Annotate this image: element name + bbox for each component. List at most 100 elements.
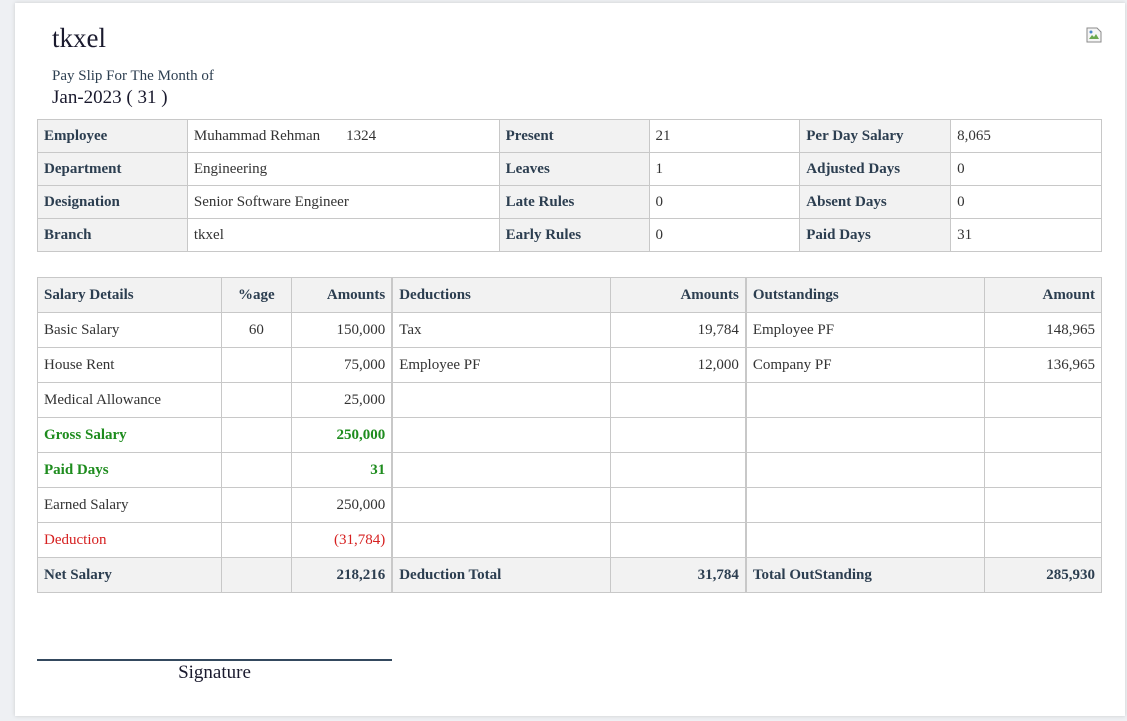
salary-details-header: Salary Details [37, 277, 222, 313]
salary-item-name: Medical Allowance [37, 382, 222, 418]
deduction-total-amount: 31,784 [610, 557, 747, 593]
outstanding-name: Employee PF [745, 312, 986, 348]
salary-item-name: Basic Salary [37, 312, 222, 348]
table-row: Paid Days 31 [37, 452, 1102, 488]
designation-label: Designation [37, 185, 188, 219]
salary-item-pct [220, 452, 292, 488]
department-label: Department [37, 152, 188, 186]
paid-days-amount: 31 [290, 452, 394, 488]
table-row: Deduction (31,784) [37, 522, 1102, 558]
percentage-header: %age [220, 277, 292, 313]
outstanding-name [745, 487, 986, 523]
salary-item-amount: 150,000 [290, 312, 394, 348]
deduction-amount [610, 417, 747, 453]
deduction-label: Deduction [37, 522, 222, 558]
deduction-name [391, 417, 612, 453]
salary-item-pct: 60 [220, 312, 292, 348]
payslip-page: tkxel Pay Slip For The Month of Jan-2023… [15, 3, 1125, 716]
salary-item-name: House Rent [37, 347, 222, 383]
deduction-amount [610, 522, 747, 558]
signature-line [37, 659, 392, 661]
salary-item-pct [220, 487, 292, 523]
outstanding-amount [984, 487, 1102, 523]
paid-days-value: 31 [950, 218, 1102, 252]
payslip-subtitle: Pay Slip For The Month of [52, 68, 214, 84]
salary-item-amount: 250,000 [290, 487, 394, 523]
deduction-name: Tax [391, 312, 612, 348]
deduction-name [391, 487, 612, 523]
adjusted-days-value: 0 [950, 152, 1102, 186]
present-label: Present [498, 119, 650, 153]
outstanding-amount: 136,965 [984, 347, 1102, 383]
salary-item-name: Earned Salary [37, 487, 222, 523]
per-day-salary-label: Per Day Salary [799, 119, 952, 153]
outstanding-name [745, 382, 986, 418]
deduction-total-label: Deduction Total [391, 557, 612, 593]
outstanding-amount [984, 382, 1102, 418]
pay-period: Jan-2023 ( 31 ) [52, 87, 168, 108]
salary-item-amount: 25,000 [290, 382, 394, 418]
salary-header-row: Salary Details %age Amounts Deductions A… [37, 277, 1102, 313]
deductions-header: Deductions [391, 277, 612, 313]
outstanding-name: Company PF [745, 347, 986, 383]
salary-item-amount: 75,000 [290, 347, 394, 383]
late-rules-value: 0 [648, 185, 801, 219]
deduction-name [391, 382, 612, 418]
gross-salary-label: Gross Salary [37, 417, 222, 453]
signature-label: Signature [178, 662, 251, 683]
salary-item-pct [220, 522, 292, 558]
net-salary-amount: 218,216 [290, 557, 394, 593]
absent-days-value: 0 [950, 185, 1102, 219]
total-outstanding-amount: 285,930 [984, 557, 1102, 593]
outstanding-amount [984, 452, 1102, 488]
per-day-salary-value: 8,065 [950, 119, 1102, 153]
outstanding-amount [984, 522, 1102, 558]
paid-days-label: Paid Days [37, 452, 222, 488]
table-row: Basic Salary 60 150,000 Tax 19,784 Emplo… [37, 312, 1102, 348]
amounts-header: Amounts [290, 277, 394, 313]
deduction-value: (31,784) [290, 522, 394, 558]
employee-value: Muhammad Rehman 1324 [186, 119, 500, 153]
net-salary-label: Net Salary [37, 557, 222, 593]
table-row: Medical Allowance 25,000 [37, 382, 1102, 418]
info-row: Designation Senior Software Engineer Lat… [37, 185, 1102, 219]
info-row: Branch tkxel Early Rules 0 Paid Days 31 [37, 218, 1102, 252]
employee-info-table: Employee Muhammad Rehman 1324 Present 21 … [37, 119, 1102, 252]
present-value: 21 [648, 119, 801, 153]
employee-id: 1324 [346, 127, 377, 144]
late-rules-label: Late Rules [498, 185, 650, 219]
deduction-name: Employee PF [391, 347, 612, 383]
employee-name: Muhammad Rehman [193, 127, 321, 144]
outstanding-name [745, 417, 986, 453]
table-row: Earned Salary 250,000 [37, 487, 1102, 523]
outstanding-name [745, 522, 986, 558]
salary-item-pct [220, 382, 292, 418]
total-outstanding-label: Total OutStanding [745, 557, 986, 593]
totals-pct-cell [220, 557, 292, 593]
deduction-amount [610, 487, 747, 523]
outstanding-amount-header: Amount [984, 277, 1102, 313]
info-row: Employee Muhammad Rehman 1324 Present 21 … [37, 119, 1102, 153]
paid-days-label: Paid Days [799, 218, 952, 252]
table-row: Gross Salary 250,000 [37, 417, 1102, 453]
branch-label: Branch [37, 218, 188, 252]
early-rules-value: 0 [648, 218, 801, 252]
deduction-amount: 12,000 [610, 347, 747, 383]
deduction-amount [610, 382, 747, 418]
deduction-amount: 19,784 [610, 312, 747, 348]
deduction-name [391, 522, 612, 558]
deduction-amounts-header: Amounts [610, 277, 747, 313]
company-name: tkxel [52, 23, 106, 53]
outstanding-amount [984, 417, 1102, 453]
designation-value: Senior Software Engineer [186, 185, 500, 219]
outstandings-header: Outstandings [745, 277, 986, 313]
table-row: House Rent 75,000 Employee PF 12,000 Com… [37, 347, 1102, 383]
leaves-label: Leaves [498, 152, 650, 186]
deduction-name [391, 452, 612, 488]
gross-salary-amount: 250,000 [290, 417, 394, 453]
salary-item-pct [220, 417, 292, 453]
department-value: Engineering [186, 152, 500, 186]
deduction-amount [610, 452, 747, 488]
salary-item-pct [220, 347, 292, 383]
totals-row: Net Salary 218,216 Deduction Total 31,78… [37, 557, 1102, 593]
